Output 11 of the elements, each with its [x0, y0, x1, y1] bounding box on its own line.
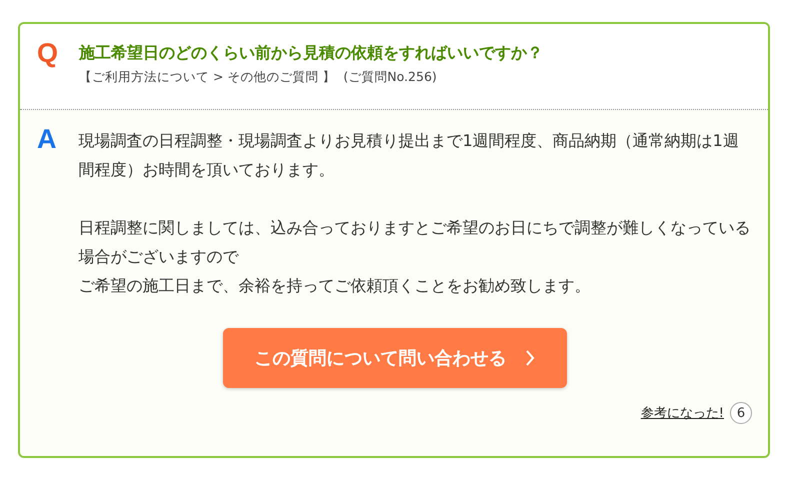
question-mark: Q	[37, 38, 60, 70]
answer-text: 日程調整に関しましては、込み合っておりますとご希望のお日にちで調整が難しくなっている場合がございますので	[78, 217, 752, 268]
question-title: 施工希望日のどのくらい前から見積の依頼をすればいいですか？	[79, 42, 543, 64]
answer-text: 現場調査の日程調整・現場調査よりお見積り提出まで1週間程度、商品納期（通常納期は1週間程度）お時間を頂いております。	[78, 130, 740, 181]
question-number: (ご質問No.256)	[343, 69, 437, 84]
answer-mark: A	[37, 126, 58, 156]
helpful-count: 6	[730, 402, 752, 424]
category-path: 【ご利用方法について > その他のご質問 】	[79, 69, 336, 84]
answer-text: ご希望の施工日まで、余裕を持ってご依頼頂くことをお勧め致します。	[78, 275, 592, 297]
helpful-link[interactable]: 参考になった!	[640, 404, 724, 422]
chevron-right-icon	[524, 349, 534, 367]
